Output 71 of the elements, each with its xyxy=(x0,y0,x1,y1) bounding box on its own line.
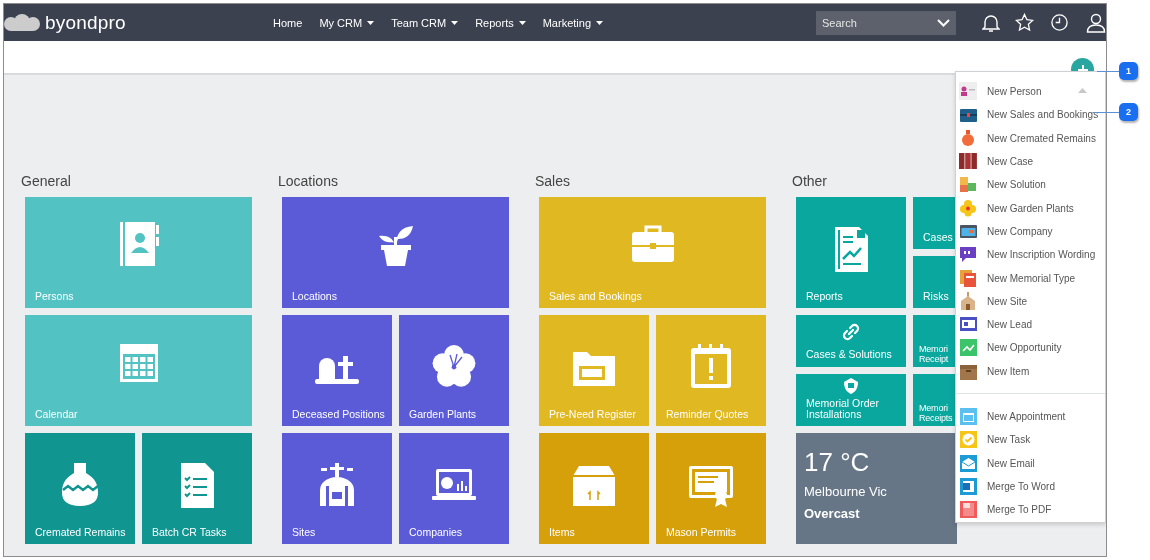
menu-item[interactable]: New Garden Plants xyxy=(956,196,1105,220)
menu-item[interactable]: Merge To PDF xyxy=(956,498,1105,522)
nav-link[interactable]: Marketing xyxy=(542,16,603,29)
menu-item[interactable]: New Task xyxy=(956,428,1105,452)
menu-item[interactable]: New Opportunity xyxy=(956,336,1105,360)
caret-icon xyxy=(518,20,526,25)
menu-item[interactable]: Merge To Word xyxy=(956,474,1105,499)
callout-badge: 2 xyxy=(1119,103,1138,121)
temperature: 17 °C xyxy=(804,447,871,478)
pdf-document-icon xyxy=(959,500,978,520)
cloud-logo-icon xyxy=(4,13,42,32)
chevron-down-icon[interactable] xyxy=(937,18,950,27)
menu-item[interactable]: New Sales and Bookings xyxy=(956,103,1105,127)
leader-line xyxy=(1097,71,1119,72)
search-field[interactable]: Search xyxy=(816,10,956,35)
caret-icon xyxy=(451,20,459,25)
puzzle-icon xyxy=(959,175,978,195)
weather-condition: Overcast xyxy=(804,506,861,521)
envelope-icon xyxy=(959,453,978,473)
section-heading: General xyxy=(21,173,71,191)
brand-logo: byondpro xyxy=(45,11,126,34)
tile[interactable]: Sites xyxy=(282,433,392,544)
nav-link[interactable]: Home xyxy=(273,16,303,29)
bell-icon xyxy=(982,12,1000,33)
menu-item[interactable]: New Email xyxy=(956,451,1105,475)
caret-icon xyxy=(367,20,375,25)
nav-link[interactable]: Team CRM xyxy=(391,16,459,29)
speech-quote-icon xyxy=(959,245,978,265)
clock-icon xyxy=(1050,13,1069,32)
section-heading: Locations xyxy=(278,173,338,191)
caret-icon xyxy=(596,20,603,25)
checkmark-icon xyxy=(959,430,978,450)
weather-location: Melbourne Vic xyxy=(804,484,888,499)
flower-icon xyxy=(959,198,978,218)
section-heading: Sales xyxy=(535,173,571,191)
nav-link[interactable]: Reports xyxy=(475,16,526,29)
leader-line xyxy=(1093,112,1119,113)
tile[interactable]: Garden Plants xyxy=(399,315,509,426)
notifications-button[interactable] xyxy=(982,12,1000,33)
tile[interactable]: Locations xyxy=(282,197,509,308)
tile[interactable]: Deceased Positions xyxy=(282,315,392,426)
menu-item[interactable]: New Cremated Remains xyxy=(956,126,1105,150)
word-document-icon xyxy=(959,476,978,496)
menu-item[interactable]: New Solution xyxy=(956,173,1105,197)
nav-link[interactable]: My CRM xyxy=(319,16,375,29)
star-icon xyxy=(1015,13,1034,32)
menu-item[interactable]: New Inscription Wording xyxy=(956,243,1105,267)
shield-icon xyxy=(842,377,860,395)
binders-icon xyxy=(959,152,978,172)
tile[interactable]: Companies xyxy=(399,433,509,544)
tile[interactable]: Cremated Remains xyxy=(25,433,135,544)
section-heading: Other xyxy=(792,173,827,191)
profile-button[interactable] xyxy=(1086,12,1106,33)
trend-chart-icon xyxy=(959,338,978,358)
menu-item[interactable]: New Company xyxy=(956,219,1105,244)
church-icon xyxy=(959,291,978,311)
menu-item[interactable]: New Memorial Type xyxy=(956,266,1105,290)
tile[interactable]: Batch CR Tasks xyxy=(142,433,252,544)
menu-item[interactable]: New Case xyxy=(956,149,1105,174)
menu-item[interactable]: New Item xyxy=(956,359,1105,383)
menu-item[interactable]: New Site xyxy=(956,289,1105,313)
user-icon xyxy=(1086,12,1106,33)
menu-item[interactable]: New Person xyxy=(956,80,1105,104)
link-icon xyxy=(841,322,861,342)
favorites-button[interactable] xyxy=(1015,13,1034,32)
history-button[interactable] xyxy=(1050,13,1069,32)
catalog-icon xyxy=(959,268,978,288)
callout-badge: 1 xyxy=(1119,62,1138,80)
menu-item[interactable]: New Lead xyxy=(956,312,1105,337)
menu-item[interactable]: New Appointment xyxy=(956,404,1105,429)
person-card-icon xyxy=(959,82,978,102)
